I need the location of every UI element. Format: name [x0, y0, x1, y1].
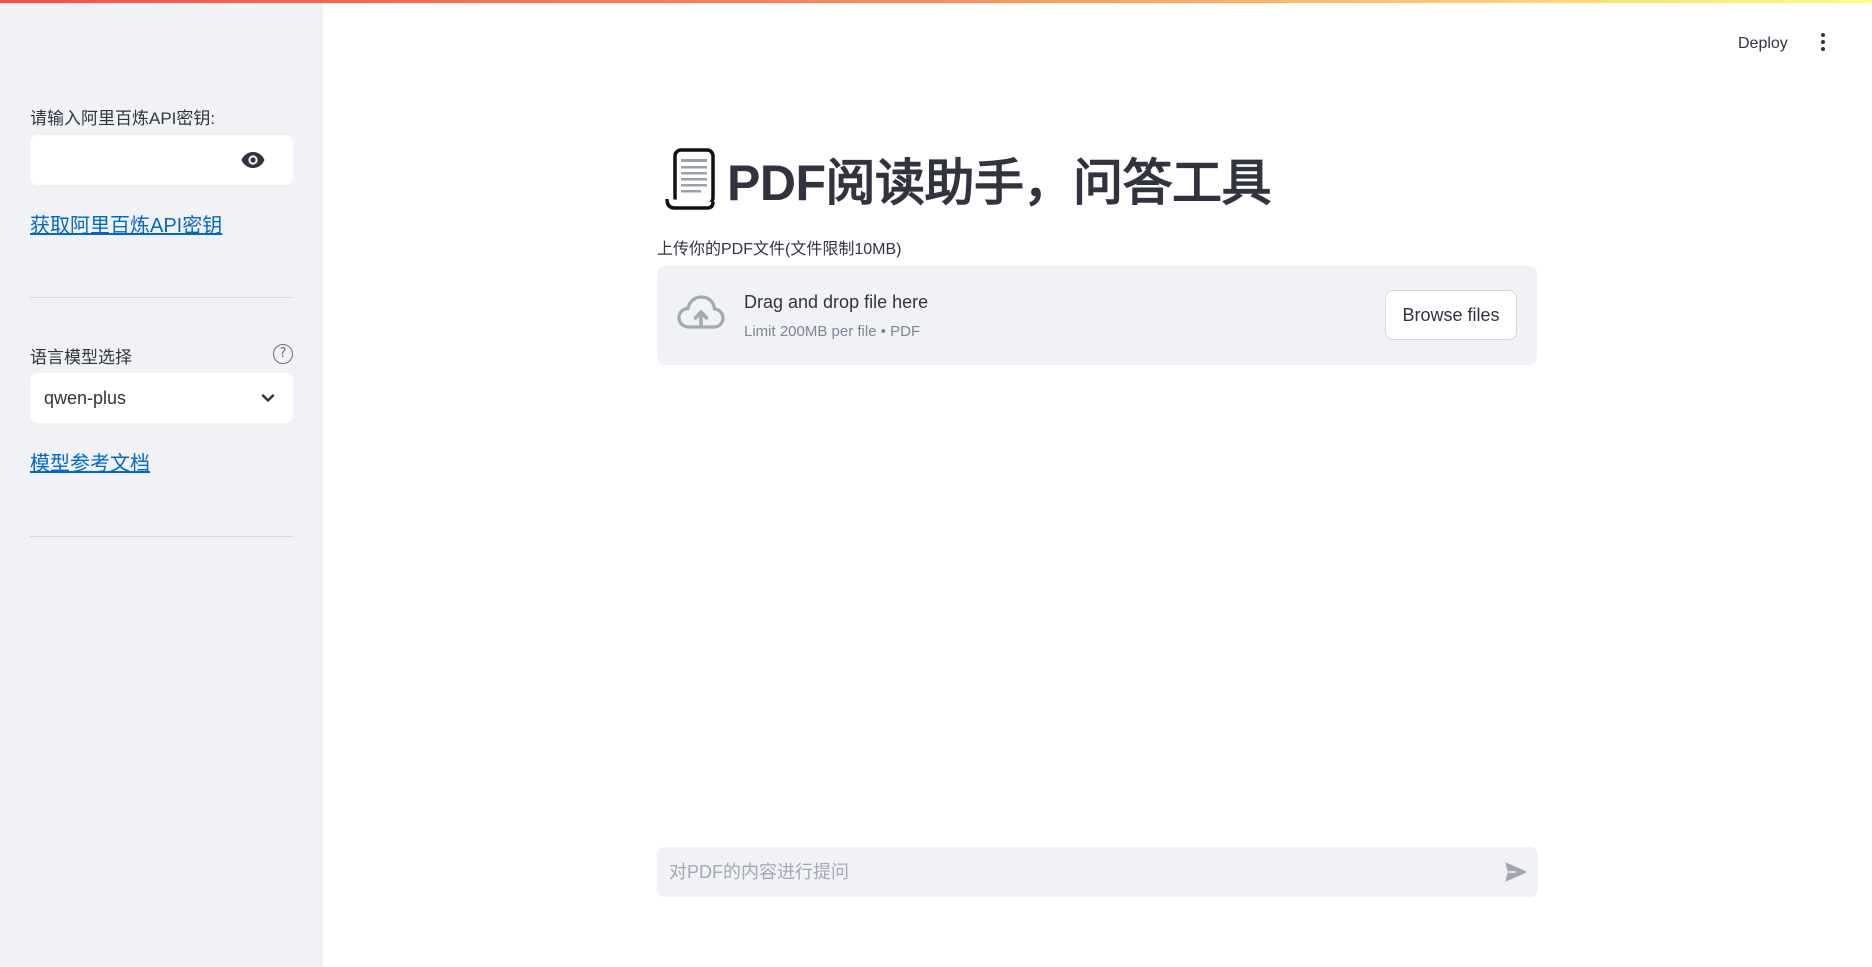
- cloud-upload-icon: [677, 295, 725, 329]
- more-vertical-icon[interactable]: [1818, 33, 1828, 57]
- dropzone-title: Drag and drop file here: [744, 292, 929, 312]
- model-select-value: qwen-plus: [44, 388, 127, 408]
- upload-label: 上传你的PDF文件(文件限制10MB): [657, 241, 902, 258]
- page-title: PDF阅读助手，问答工具: [727, 155, 1272, 211]
- page-header: PDF阅读助手，问答工具: [663, 144, 1272, 214]
- send-icon[interactable]: [1504, 860, 1528, 884]
- file-dropzone[interactable]: Drag and drop file here Limit 200MB per …: [657, 266, 1537, 365]
- chevron-down-icon: [261, 394, 275, 402]
- sidebar: 请输入阿里百炼API密钥: 获取阿里百炼API密钥 语言模型选择 ? qwen-…: [0, 3, 323, 967]
- model-select-label: 语言模型选择: [30, 348, 132, 367]
- model-select[interactable]: qwen-plus: [30, 373, 293, 423]
- dropzone-limit-text: Limit 200MB per file • PDF: [744, 323, 921, 340]
- scroll-icon: [665, 148, 715, 210]
- model-docs-link[interactable]: 模型参考文档: [30, 447, 150, 476]
- browse-files-button[interactable]: Browse files: [1385, 290, 1517, 340]
- help-icon[interactable]: ?: [273, 344, 293, 364]
- api-key-label: 请输入阿里百炼API密钥:: [30, 109, 216, 128]
- chat-input[interactable]: [669, 847, 1489, 897]
- chat-input-bar: [657, 847, 1538, 897]
- api-key-field[interactable]: [30, 135, 293, 185]
- get-api-key-link[interactable]: 获取阿里百炼API密钥: [30, 209, 222, 238]
- eye-icon[interactable]: [241, 151, 265, 169]
- deploy-button[interactable]: Deploy: [1738, 35, 1788, 53]
- sidebar-divider: [30, 297, 293, 298]
- sidebar-divider: [30, 536, 293, 537]
